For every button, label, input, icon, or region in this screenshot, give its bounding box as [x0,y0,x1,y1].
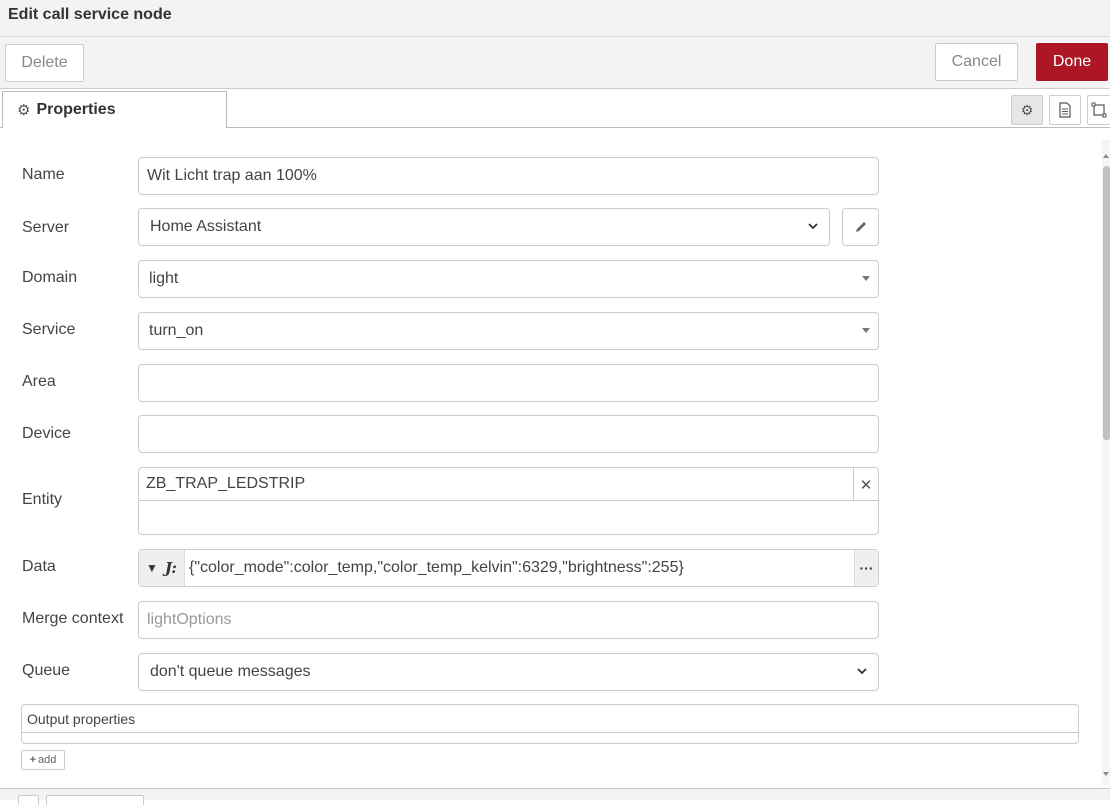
scroll-up-arrow[interactable] [1103,154,1109,158]
node-properties-tab-button[interactable]: ⚙ [1011,95,1043,125]
data-value: {"color_mode":color_temp,"color_temp_kel… [189,559,684,576]
done-button[interactable]: Done [1036,43,1108,81]
server-label: Server [22,219,70,236]
pencil-icon [855,222,866,232]
domain-label: Domain [22,269,78,286]
footer-button[interactable] [18,795,39,805]
jsonata-icon: J: [164,559,177,577]
data-typed-input[interactable]: ▼ J: {"color_mode":color_temp,"color_tem… [138,549,879,587]
queue-select[interactable]: don't queue messages [138,653,879,691]
name-value: Wit Licht trap aan 100% [147,167,317,184]
scroll-thumb[interactable] [1103,166,1110,440]
gear-icon: ⚙ [17,102,31,119]
dialog-toolbar: Delete Cancel Done [0,37,1110,89]
area-input[interactable] [138,364,879,402]
queue-label: Queue [22,662,71,679]
merge-context-input[interactable]: lightOptions [138,601,879,639]
tab-properties-label: Properties [36,101,116,118]
server-select[interactable]: Home Assistant [138,208,830,246]
server-value: Home Assistant [150,218,262,235]
merge-context-placeholder: lightOptions [147,611,232,628]
document-icon [1059,102,1071,118]
caret-down-icon[interactable] [862,328,870,333]
entity-label: Entity [22,491,63,508]
tab-bar: ⚙ Properties ⚙ [0,89,1110,129]
add-output-label: add [38,754,57,766]
domain-input[interactable]: light [138,260,879,298]
footer-button[interactable] [46,795,144,805]
device-label: Device [22,425,71,442]
dialog-header: Edit call service node [0,0,1110,37]
name-input[interactable]: Wit Licht trap aan 100% [138,157,879,195]
area-label: Area [22,373,56,390]
chevron-down-icon [808,223,818,230]
edit-server-button[interactable] [842,208,879,246]
tab-properties[interactable]: ⚙ Properties [2,91,227,129]
close-icon[interactable]: ✕ [853,468,878,501]
form-scrollbar[interactable] [1102,140,1110,785]
gear-icon: ⚙ [1020,101,1034,118]
caret-down-icon: ▼ [146,561,158,575]
output-properties-list: Output properties [21,704,1079,744]
dialog-footer [0,788,1110,805]
cancel-button[interactable]: Cancel [935,43,1018,81]
entity-input[interactable]: ZB_TRAP_LEDSTRIP ✕ [138,467,879,535]
caret-down-icon[interactable] [862,276,870,281]
merge-context-label: Merge context [22,610,124,627]
domain-value: light [149,270,179,287]
entity-tag-label: ZB_TRAP_LEDSTRIP [146,475,306,492]
plus-icon: + [29,754,37,766]
data-label: Data [22,558,56,575]
dialog-title: Edit call service node [8,6,172,23]
output-properties-header: Output properties [22,705,1078,733]
scroll-down-arrow[interactable] [1103,772,1109,776]
service-input[interactable]: turn_on [138,312,879,350]
ellipsis-icon: ··· [859,560,874,576]
node-appearance-tab-button[interactable] [1087,95,1110,125]
delete-button[interactable]: Delete [5,44,84,82]
chevron-down-icon [857,668,867,675]
device-input[interactable] [138,415,879,453]
expand-editor-button[interactable]: ··· [854,550,878,586]
service-value: turn_on [149,322,204,339]
data-type-selector[interactable]: ▼ J: [139,550,185,586]
queue-value: don't queue messages [150,663,311,680]
node-description-tab-button[interactable] [1049,95,1081,125]
layout-icon [1091,102,1107,118]
add-output-button[interactable]: + add [21,750,65,770]
properties-form: Name Wit Licht trap aan 100% Server Home… [0,128,1102,788]
entity-tag: ZB_TRAP_LEDSTRIP ✕ [139,468,878,501]
service-label: Service [22,321,76,338]
name-label: Name [22,166,65,183]
